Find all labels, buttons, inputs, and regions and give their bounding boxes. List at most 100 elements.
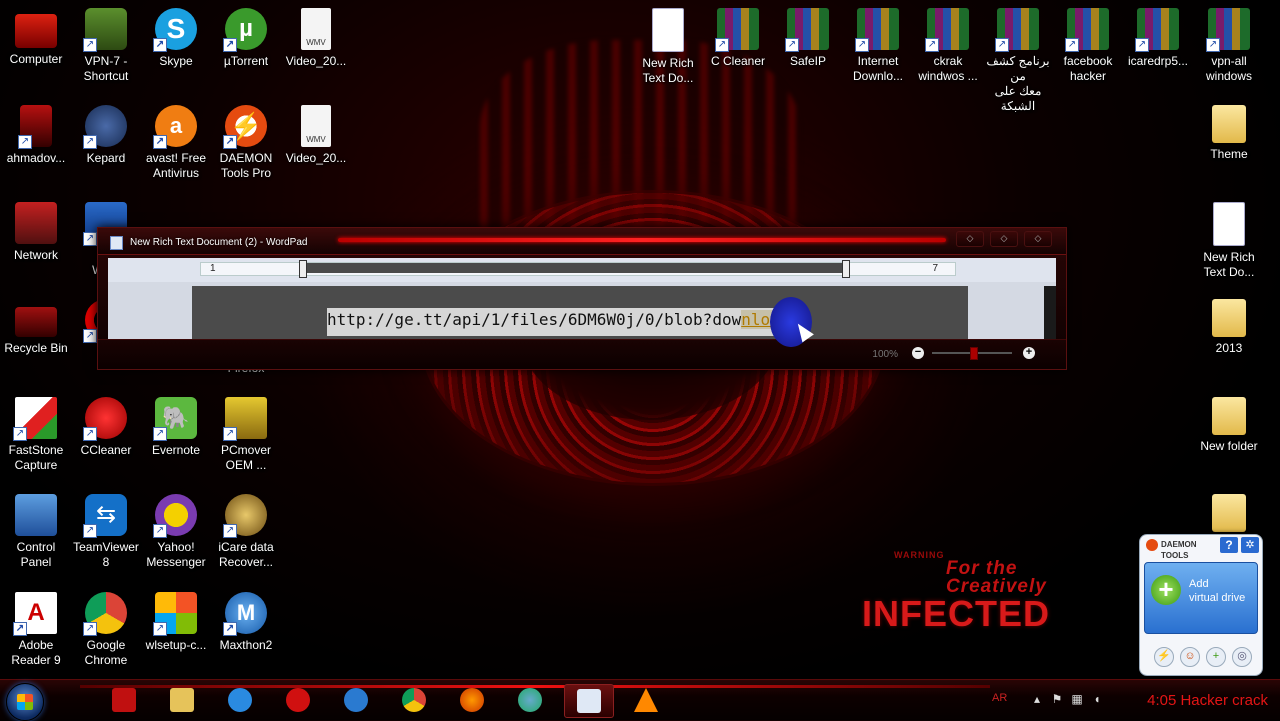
desktop-icon-folder[interactable]: New folder [1193,395,1265,454]
desktop-icon-ahmad[interactable]: ↗ ahmadov... [0,103,72,166]
desktop-icon-vpn[interactable]: ↗ VPN-7 - Shortcut [70,6,142,84]
shortcut-arrow-icon: ↗ [83,38,97,52]
desktop-icon-evernote[interactable]: 🐘 ↗ Evernote [140,395,212,458]
desktop-icon-folder[interactable]: 2013 [1193,297,1265,356]
taskbar-item-ie[interactable] [216,684,264,716]
taskbar-item-sa[interactable] [100,684,148,716]
computer-icon [15,14,57,48]
action-center-flag-icon[interactable]: ⚑ [1050,692,1064,706]
shortcut-arrow-icon: ↗ [1206,38,1220,52]
pcmover-icon: ↗ [223,397,267,441]
opera-icon [286,688,310,712]
desktop-icon-recycle[interactable]: Recycle Bin [0,297,72,356]
desktop-icon-video[interactable]: WMV Video_20... [280,103,352,166]
taskbar-item-wordpad[interactable] [564,684,614,718]
language-indicator[interactable]: AR [992,692,1007,704]
desktop-icon-folder[interactable] [1193,492,1265,536]
desktop-icon-doc[interactable]: New Rich Text Do... [632,6,704,86]
maximize-button[interactable]: ◇ [990,231,1018,247]
shortcut-arrow-icon: ↗ [715,38,729,52]
desktop-icon-folder[interactable]: Theme [1193,103,1265,162]
desktop-icon-rar[interactable]: ↗ SafeIP [772,6,844,69]
document-page[interactable]: http://ge.tt/api/1/files/6DM6W0j/0/blob?… [192,286,968,340]
shortcut-arrow-icon: ↗ [223,427,237,441]
desktop-icon-rar[interactable]: ↗ ckrak windwos ... [912,6,984,84]
zoom-slider-thumb[interactable] [970,347,978,360]
zoom-slider[interactable] [932,347,1012,360]
right-indent-marker[interactable] [842,260,850,278]
desktop-icon-chrome[interactable]: ↗ Google Chrome [70,590,142,668]
folder-icon [1212,494,1246,532]
desktop-icon-wlsetup[interactable]: ↗ wlsetup-c... [140,590,212,653]
desktop-icon-rar[interactable]: ↗ facebook hacker [1052,6,1124,84]
desktop-icon-yahoo[interactable]: ↗ Yahoo! Messenger [140,492,212,570]
left-indent-marker[interactable] [299,260,307,278]
taskbar-item-maxthon[interactable] [332,684,380,716]
desktop-icon-label: Internet Downlo... [852,54,904,83]
desktop-icon-computer[interactable]: Computer [0,6,72,67]
user-icon[interactable]: ☺ [1180,647,1200,667]
desktop-icon-faststone[interactable]: ↗ FastStone Capture [0,395,72,473]
wordpad-title: New Rich Text Document (2) - WordPad [130,237,308,248]
ruler[interactable]: 1 7 [108,258,1056,282]
desktop-icon-utorrent[interactable]: µ ↗ µTorrent [210,6,282,69]
taskbar-item-network[interactable] [506,684,554,716]
tray-arrow-icon[interactable]: ▴ [1030,692,1044,706]
vertical-scrollbar[interactable] [1044,286,1056,339]
desktop-icon-teamviewer[interactable]: ⇆ ↗ TeamViewer 8 [70,492,142,570]
windows-logo-icon [17,694,33,710]
video-icon: WMV [301,105,331,147]
zoom-in-button[interactable]: + [1023,347,1035,359]
desktop-icon-network[interactable]: Network [0,200,72,263]
folder-icon [1212,299,1246,337]
desktop-icon-rar[interactable]: ↗ برنامج كشف من معك على الشبكة [982,6,1054,114]
desktop-icon-video[interactable]: WMV Video_20... [280,6,352,69]
desktop-icon-doc[interactable]: New Rich Text Do... [1193,200,1265,280]
daemon-tool-icon[interactable]: ⚡ [1154,647,1174,667]
taskbar-item-firefox[interactable] [448,684,496,716]
add-virtual-drive-button[interactable]: + Add virtual drive [1144,562,1258,634]
clock[interactable]: 4:05 Hacker crack [1147,692,1268,709]
desktop-icon-adobe[interactable]: A ↗ Adobe Reader 9 [0,590,72,668]
vlc-icon [634,688,658,712]
desktop-icon-ccleaner[interactable]: ↗ CCleaner [70,395,142,458]
desktop-icon-daemon[interactable]: ⚡ ↗ DAEMON Tools Pro [210,103,282,181]
wordpad-app-icon[interactable] [110,236,123,250]
desktop-icon-pcmover[interactable]: ↗ PCmover OEM ... [210,395,282,473]
rar-icon: ↗ [995,8,1039,52]
desktop-icon-rar[interactable]: ↗ C Cleaner [702,6,774,69]
taskbar-item-vlc[interactable] [622,684,670,716]
desktop-icon-rar[interactable]: ↗ vpn-all windows [1193,6,1265,84]
shortcut-arrow-icon: ↗ [223,135,237,149]
wordpad-window[interactable]: New Rich Text Document (2) - WordPad ◇ ◇… [97,227,1067,370]
desktop-icon-kepard[interactable]: ↗ Kepard [70,103,142,166]
help-button[interactable]: ? [1220,537,1238,553]
document-url-text[interactable]: http://ge.tt/api/1/files/6DM6W0j/0/blob?… [327,308,804,336]
desktop-icon-maxthon[interactable]: M ↗ Maxthon2 [210,590,282,653]
desktop-icon-icare[interactable]: ↗ iCare data Recover... [210,492,282,570]
taskbar-item-explorer[interactable] [158,684,206,716]
add-icon[interactable]: + [1206,647,1226,667]
daemon-tools-gadget[interactable]: DAEMON TOOLS ? ✲ + Add virtual drive ⚡ ☺ … [1139,534,1263,676]
wordpad-titlebar[interactable]: New Rich Text Document (2) - WordPad ◇ ◇… [98,228,1066,255]
desktop-icon-rar[interactable]: ↗ icaredrp5... [1122,6,1194,69]
taskbar-item-chrome[interactable] [390,684,438,716]
chrome-icon [402,688,426,712]
desktop-icon-skype[interactable]: S ↗ Skype [140,6,212,69]
drive-icon[interactable]: ◎ [1232,647,1252,667]
desktop-icon-avast[interactable]: a ↗ avast! Free Antivirus [140,103,212,181]
volume-icon[interactable]: ◖ [1090,692,1104,706]
taskbar-item-opera[interactable] [274,684,322,716]
desktop-icon-control[interactable]: Control Panel [0,492,72,570]
settings-icon[interactable]: ✲ [1241,537,1259,553]
desktop-icon-label: Evernote [151,443,201,457]
desktop-icon-rar[interactable]: ↗ Internet Downlo... [842,6,914,84]
zoom-out-button[interactable]: − [912,347,924,359]
minimize-button[interactable]: ◇ [956,231,984,247]
desktop-icon-label: New Rich Text Do... [1203,250,1255,279]
start-button[interactable] [6,683,44,721]
network-icon[interactable]: ▦ [1070,692,1084,706]
close-button[interactable]: ◇ [1024,231,1052,247]
wlsetup-icon: ↗ [153,592,197,636]
rar-icon: ↗ [855,8,899,52]
